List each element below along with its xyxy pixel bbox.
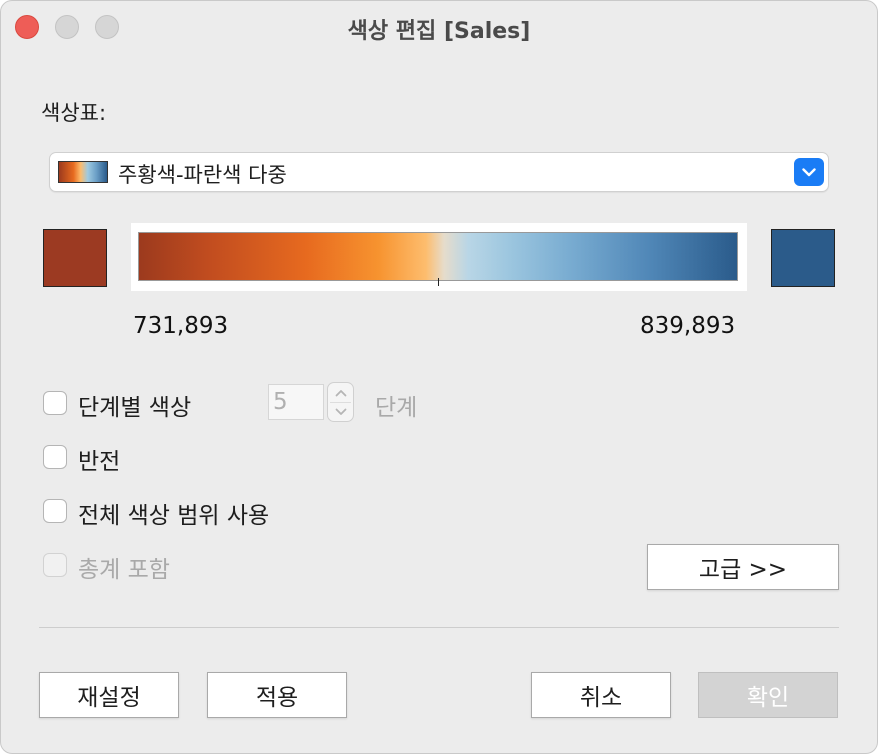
range-min-value: 731,893 [133, 313, 229, 339]
palette-selected-value: 주황색-파란색 다중 [118, 163, 287, 187]
palette-label: 색상표: [41, 101, 107, 125]
title-bar: 색상 편집 [Sales] [1, 1, 877, 53]
start-color-swatch[interactable] [43, 229, 107, 287]
chevron-down-icon[interactable] [794, 158, 824, 186]
steps-unit-label: 단계 [375, 395, 418, 421]
reverse-label: 반전 [78, 449, 121, 475]
chevron-down-icon[interactable] [328, 402, 353, 421]
chevron-up-icon[interactable] [328, 383, 353, 402]
steps-input[interactable]: 5 [268, 384, 324, 420]
ramp-center-tick [438, 278, 439, 286]
edit-colors-dialog: 색상 편집 [Sales] 색상표: 주황색-파란색 다중 731,893 83… [0, 0, 878, 754]
reset-button[interactable]: 재설정 [39, 672, 179, 718]
include-totals-checkbox [43, 553, 67, 577]
cancel-button[interactable]: 취소 [531, 672, 671, 718]
include-totals-label: 총계 포함 [78, 557, 170, 583]
end-color-swatch[interactable] [771, 229, 835, 287]
ok-button[interactable]: 확인 [698, 672, 838, 718]
stepped-color-checkbox[interactable] [43, 391, 67, 415]
color-ramp-gradient [138, 232, 738, 281]
apply-button[interactable]: 적용 [207, 672, 347, 718]
palette-dropdown[interactable]: 주황색-파란색 다중 [49, 152, 829, 192]
color-ramp[interactable] [131, 223, 747, 291]
window-title: 색상 편집 [Sales] [347, 19, 531, 44]
stepped-color-label: 단계별 색상 [78, 395, 192, 421]
full-color-range-checkbox[interactable] [43, 499, 67, 523]
reverse-checkbox[interactable] [43, 445, 67, 469]
advanced-button[interactable]: 고급 >> [647, 544, 839, 590]
full-color-range-label: 전체 색상 범위 사용 [78, 503, 270, 529]
steps-stepper[interactable] [327, 382, 354, 422]
separator [39, 627, 839, 628]
palette-preview-swatch [58, 161, 108, 183]
range-max-value: 839,893 [640, 313, 736, 339]
